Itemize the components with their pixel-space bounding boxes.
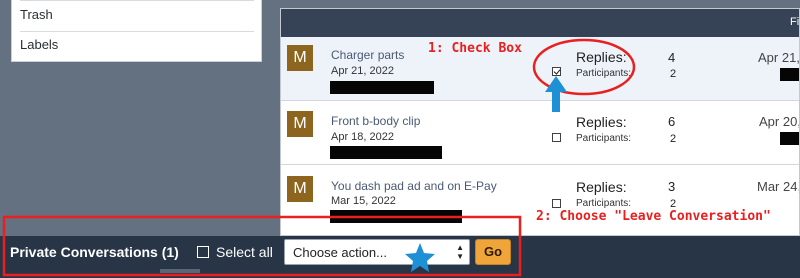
- action-select[interactable]: Choose action... ▲ ▼: [284, 239, 470, 265]
- sidebar-item-trash[interactable]: Trash: [20, 0, 254, 30]
- select-all-label[interactable]: Select all: [216, 244, 273, 260]
- replies-count: 6: [668, 114, 676, 129]
- conversation-checkbox[interactable]: [552, 133, 561, 142]
- replies-count: 4: [668, 50, 676, 65]
- replies-label: Replies:: [576, 49, 627, 65]
- action-select-value: Choose action...: [293, 245, 387, 260]
- conversation-date: Apr 18, 2022: [331, 131, 394, 143]
- conversation-title[interactable]: Front b-body clip: [331, 114, 420, 128]
- sidebar-item-label: Labels: [20, 37, 59, 52]
- chevron-updown-icon: ▲ ▼: [456, 243, 464, 261]
- bulk-action-bar: Private Conversations (1) Select all Cho…: [0, 236, 800, 278]
- replies-label: Replies:: [576, 114, 627, 130]
- sidebar-item-labels[interactable]: Labels: [20, 31, 254, 61]
- filters-link[interactable]: Fi: [790, 16, 799, 28]
- participants-count: 2: [670, 133, 677, 145]
- participants-label: Participants:: [576, 198, 632, 209]
- participants-count: 2: [670, 68, 677, 80]
- panel-header: Fi: [281, 9, 799, 37]
- redaction-bar: [330, 210, 462, 223]
- last-message-date[interactable]: Apr 21,: [758, 50, 799, 65]
- bar-title: Private Conversations (1): [10, 244, 179, 260]
- sidebar-item-label: Trash: [20, 7, 53, 22]
- last-message-date[interactable]: Apr 20,: [759, 114, 799, 129]
- redaction-bar: [780, 68, 799, 81]
- conversation-checkbox[interactable]: [552, 199, 561, 208]
- scrollbar-thumb[interactable]: [160, 269, 200, 273]
- replies-label: Replies:: [576, 179, 627, 195]
- go-button[interactable]: Go: [475, 239, 511, 265]
- participants-label: Participants:: [576, 133, 632, 144]
- avatar[interactable]: M: [287, 111, 313, 137]
- annotation-step2: 2: Choose "Leave Conversation": [536, 209, 771, 224]
- participants-label: Participants:: [576, 68, 632, 79]
- redaction-bar: [330, 146, 442, 159]
- avatar[interactable]: M: [287, 45, 313, 71]
- redaction-bar: [780, 132, 799, 145]
- conversation-date: Mar 15, 2022: [331, 195, 396, 207]
- conversation-date: Apr 21, 2022: [331, 65, 394, 77]
- annotation-step1: 1: Check Box: [428, 41, 522, 56]
- conversation-title[interactable]: You dash pad ad and on E-Pay: [331, 179, 497, 193]
- conversation-list-panel: Fi M Charger parts Apr 21, 2022 Replies:…: [280, 8, 800, 236]
- replies-count: 3: [668, 179, 676, 194]
- avatar[interactable]: M: [287, 176, 313, 202]
- redaction-bar: [330, 81, 434, 94]
- conversation-row: M Front b-body clip Apr 18, 2022 Replies…: [281, 101, 799, 165]
- last-message-date[interactable]: Mar 24,: [757, 179, 799, 194]
- conversation-title[interactable]: Charger parts: [331, 48, 404, 62]
- sidebar-panel: Trash Labels: [11, 0, 262, 62]
- conversation-checkbox[interactable]: [552, 67, 561, 76]
- select-all-checkbox[interactable]: [197, 246, 209, 258]
- conversation-row: M Charger parts Apr 21, 2022 Replies: 4 …: [281, 37, 799, 101]
